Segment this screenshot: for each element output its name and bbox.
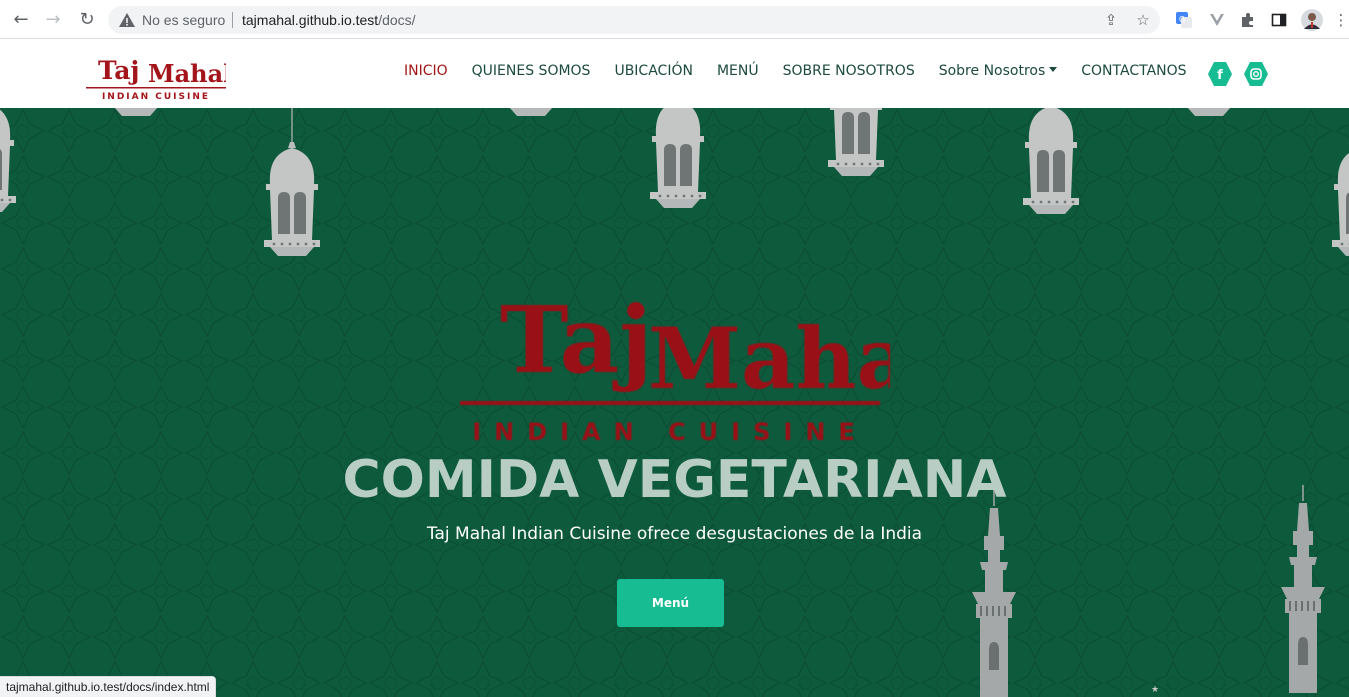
warning-icon[interactable] [118, 11, 136, 29]
translate-icon[interactable]: G [1173, 9, 1195, 31]
taj-mahal-logo[interactable]: Taj Mahal INDIAN CUISINE [86, 49, 226, 101]
more-menu-icon[interactable]: ⋮ [1330, 9, 1349, 31]
svg-text:INDIAN CUISINE: INDIAN CUISINE [472, 418, 868, 446]
separator [232, 12, 233, 28]
forward-icon[interactable]: → [42, 9, 64, 31]
hero-subtitle: Taj Mahal Indian Cuisine ofrece desgusta… [426, 524, 923, 544]
svg-text:Taj: Taj [98, 56, 139, 85]
nav-sobre-nosotros[interactable]: SOBRE NOSOTROS [783, 63, 915, 79]
nav-ubicacion[interactable]: UBICACIÓN [614, 63, 692, 79]
svg-text:INDIAN CUISINE: INDIAN CUISINE [102, 92, 210, 101]
nav-contactanos[interactable]: CONTACTANOS [1081, 63, 1186, 79]
svg-text:Mahal: Mahal [648, 309, 890, 408]
facebook-icon[interactable]: f [1207, 61, 1233, 87]
nav-sobre-nosotros-dropdown[interactable]: Sobre Nosotros [939, 63, 1058, 79]
browser-toolbar: ← → ↻ No es seguro tajmahal.github.io.te… [0, 0, 1349, 39]
extensions-puzzle-icon[interactable] [1237, 9, 1259, 31]
caret-down-icon [1049, 67, 1058, 72]
link-status-bar: tajmahal.github.io.test/docs/index.html [0, 676, 217, 697]
svg-text:Mahal: Mahal [148, 59, 226, 88]
security-status[interactable]: No es seguro [142, 12, 225, 28]
nav-inicio[interactable]: INICIO [404, 63, 448, 79]
reload-icon[interactable]: ↻ [76, 9, 98, 31]
url-text[interactable]: tajmahal.github.io.test/docs/ [242, 12, 416, 28]
back-icon[interactable]: ← [10, 9, 32, 31]
url-path: /docs/ [378, 12, 416, 28]
dropdown-label: Sobre Nosotros [938, 63, 1046, 79]
nav-quienes-somos[interactable]: QUIENES SOMOS [472, 63, 591, 79]
main-nav: INICIO QUIENES SOMOS UBICACIÓN MENÚ SOBR… [404, 63, 1211, 79]
menu-button[interactable]: Menú [617, 579, 724, 627]
hero-title: COMIDA VEGETARIANA [342, 450, 1007, 510]
instagram-icon[interactable] [1243, 61, 1269, 87]
nav-menu[interactable]: MENÚ [717, 63, 759, 79]
side-panel-icon[interactable] [1268, 9, 1290, 31]
url-host: tajmahal.github.io.test [242, 12, 379, 28]
svg-text:★: ★ [1151, 685, 1159, 695]
site-navbar: Taj Mahal INDIAN CUISINE INICIO QUIENES … [0, 39, 1349, 108]
svg-text:Taj: Taj [500, 286, 653, 394]
share-icon[interactable]: ⇪ [1101, 10, 1121, 30]
hero-logo: Taj Mahal INDIAN CUISINE [460, 286, 890, 446]
address-bar[interactable]: No es seguro tajmahal.github.io.test/doc… [108, 6, 1160, 34]
bookmark-star-icon[interactable]: ☆ [1133, 10, 1153, 30]
vue-devtools-icon[interactable] [1206, 9, 1228, 31]
profile-avatar[interactable] [1301, 9, 1323, 31]
svg-text:G: G [1179, 15, 1185, 24]
svg-text:f: f [1217, 68, 1223, 83]
hero-section: ★ Taj Mahal INDIAN CUISINE COMIDA VEGETA… [0, 108, 1349, 697]
